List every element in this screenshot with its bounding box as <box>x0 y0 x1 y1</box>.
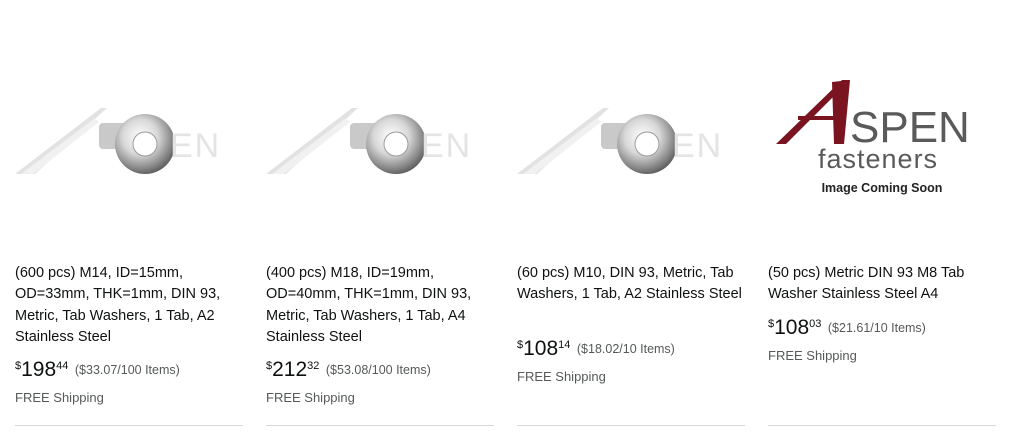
image-coming-soon-label: Image Coming Soon <box>822 181 943 195</box>
price-row: $21232 ($53.08/100 Items) <box>266 358 506 382</box>
product-image[interactable]: SPEN fasteners Image Coming Soon <box>768 70 996 220</box>
price-whole: 198 <box>21 358 57 381</box>
price-row: $10814 ($18.02/10 Items) <box>517 337 757 361</box>
unit-price: ($18.02/10 Items) <box>576 342 675 356</box>
price-symbol: $ <box>768 318 775 330</box>
product-image[interactable]: EN <box>15 70 243 220</box>
product-price[interactable]: $21232 <box>266 358 319 382</box>
price-whole: 212 <box>272 358 308 381</box>
product-grid: EN (600 pcs) M14, ID=15mm, OD=33mm, THK=… <box>0 0 1015 445</box>
product-title[interactable]: (50 pcs) Metric DIN 93 M8 Tab Washer Sta… <box>768 263 996 306</box>
price-fraction: 44 <box>56 360 69 372</box>
product-title[interactable]: (600 pcs) M14, ID=15mm, OD=33mm, THK=1mm… <box>15 263 243 349</box>
product-image[interactable]: EN <box>266 70 494 220</box>
product-title[interactable]: (400 pcs) M18, ID=19mm, OD=40mm, THK=1mm… <box>266 263 494 349</box>
card-divider <box>768 425 996 426</box>
price-row: $10803 ($21.61/10 Items) <box>768 316 1008 340</box>
price-fraction: 03 <box>809 318 822 330</box>
svg-text:EN: EN <box>421 127 472 165</box>
aspen-washer-logo-icon: EN <box>517 108 723 174</box>
logo-subtext: fasteners <box>818 144 938 174</box>
aspen-washer-logo-icon: EN <box>266 108 472 174</box>
price-whole: 108 <box>774 316 810 339</box>
shipping-info: FREE Shipping <box>517 369 606 384</box>
product-card: SPEN fasteners Image Coming Soon (50 pcs… <box>768 0 996 445</box>
shipping-info: FREE Shipping <box>266 390 355 405</box>
card-divider <box>15 425 243 426</box>
aspen-fasteners-logo-icon: SPEN fasteners Image Coming Soon <box>776 80 970 195</box>
product-price[interactable]: $10803 <box>768 316 821 340</box>
card-divider <box>517 425 745 426</box>
product-card: EN (60 pcs) M10, DIN 93, Metric, Tab Was… <box>517 0 745 445</box>
svg-text:EN: EN <box>672 127 723 165</box>
price-row: $19844 ($33.07/100 Items) <box>15 358 255 382</box>
product-price[interactable]: $19844 <box>15 358 68 382</box>
unit-price: ($53.08/100 Items) <box>325 363 431 377</box>
aspen-washer-logo-icon: EN <box>15 108 221 174</box>
product-title[interactable]: (60 pcs) M10, DIN 93, Metric, Tab Washer… <box>517 263 745 306</box>
product-price[interactable]: $10814 <box>517 337 570 361</box>
card-divider <box>266 425 494 426</box>
product-card: EN (400 pcs) M18, ID=19mm, OD=40mm, THK=… <box>266 0 494 445</box>
product-card: EN (600 pcs) M14, ID=15mm, OD=33mm, THK=… <box>15 0 243 445</box>
unit-price: ($21.61/10 Items) <box>827 321 926 335</box>
price-fraction: 14 <box>558 339 571 351</box>
product-image[interactable]: EN <box>517 70 745 220</box>
svg-text:EN: EN <box>170 127 221 165</box>
price-symbol: $ <box>517 339 524 351</box>
price-symbol: $ <box>15 360 22 372</box>
shipping-info: FREE Shipping <box>768 348 857 363</box>
price-symbol: $ <box>266 360 273 372</box>
unit-price: ($33.07/100 Items) <box>74 363 180 377</box>
price-whole: 108 <box>523 337 559 360</box>
price-fraction: 32 <box>307 360 320 372</box>
shipping-info: FREE Shipping <box>15 390 104 405</box>
